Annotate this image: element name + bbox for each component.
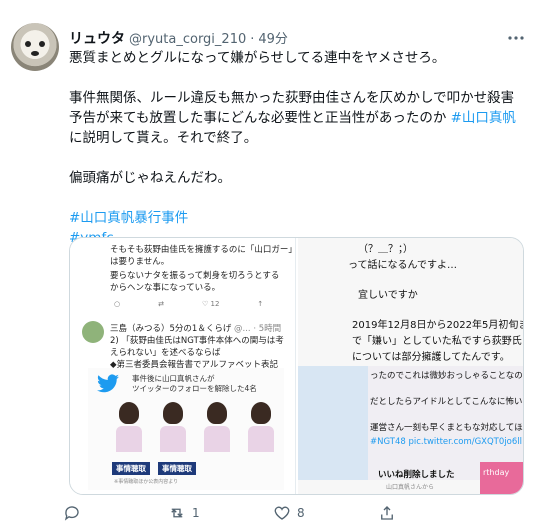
retweet-button[interactable]: 1 [168,503,273,523]
portrait [114,402,144,456]
reply-header: 三島（みつる）5分の1＆くらげ @... · 5時間 [110,322,281,334]
avatar-eye-right [39,41,45,47]
portrait [202,402,232,456]
tweet-text: 悪質まとめとグルになって嫌がらせしてる連中をヤメさせろ。 事件無関係、ルール違反… [69,48,519,248]
reply-icon [64,506,79,521]
user-handle[interactable]: @ryuta_corgi_210 [129,32,246,47]
poster-image: 事件後に山口真帆さんが ツイッターのフォローを解除した4名 事情聴取 事情聴取 … [88,368,284,490]
poster-tag: 事情聴取 [112,462,150,475]
like-button[interactable]: 8 [273,503,378,523]
poster-title-line: 事件後に山口真帆さんが [132,374,215,383]
share-button[interactable] [378,503,483,523]
tweet-line: 事件無関係、ルール違反も無かった荻野由佳さんを仄めかしで叩かせ殺害 [69,90,515,106]
media-attachment[interactable]: そもそも荻野由佳氏を擁護するのに「山口ガー」 は要りません。 要らないナタを振る… [69,237,524,495]
reply-line: 2) 「荻野由佳氏はNGT事件本体への関与は考 [110,336,284,346]
right-line: で「嫌い」としていた私ですら荻野氏 [352,336,522,347]
quote-actions: ○ ⇄ ♡ 12 ↑ [114,300,263,308]
reply-handle: @... · 5時間 [234,324,282,334]
like-icon: ♡ 12 [201,300,220,308]
right-small-line: ったのでこれは微妙おっしゃることなのでしょうか・・・ [370,371,523,381]
tweet-line: 悪質まとめとグルになって嫌がらせしてる連中をヤメさせろ。 [69,50,446,66]
right-footer-sub: 山口真帆さんから [386,484,435,491]
right-line: （？＿？；） [358,244,413,255]
hashtag-link[interactable]: #山口真帆暴行事件 [69,210,188,226]
tweet-line: 予告が来ても放置した事にどんな必要性と正当性があったのか [69,110,447,126]
tweet-actions: 1 8 [63,503,483,523]
portrait [246,402,276,456]
quote-like-count: 12 [210,300,220,308]
reply-icon: ○ [114,300,121,308]
separator-dot: · [250,32,255,47]
quote-line: からヘンな事になっている。 [110,283,221,293]
tweet-line: に説明して貰え。それで終了。 [69,130,258,146]
reply-avatar [82,321,104,343]
retweet-icon [171,508,183,518]
right-line: 宜しいですか [358,290,418,301]
right-line: って話になるんですよ… [348,260,457,271]
poster-portraits [114,402,276,456]
timestamp[interactable]: 49分 [258,28,288,47]
share-icon [381,506,393,520]
display-name[interactable]: リュウタ [69,28,125,48]
like-count: 8 [297,506,305,520]
right-small-link: #NGT48 pic.twitter.com/GXQT0jo6ll [370,437,522,447]
right-line: については部分擁護してたんです。 [352,352,510,363]
quote-line: は要りません。 [110,257,170,267]
right-footer: いいね削除しました [378,470,455,480]
retweet-icon: ⇄ [158,300,164,308]
poster-fine-print: ※事情聴取ほか公表内容より [114,479,179,485]
right-pink-banner: rthday [480,462,523,494]
reply-line: えられない」を述べるならば [110,348,221,358]
poster-title-line: ツイッターのフォローを解除した4名 [132,384,257,393]
avatar-eye-left [25,41,31,47]
media-image-right[interactable]: （？＿？；） って話になるんですよ… 宜しいですか 2019年12月8日から20… [298,238,524,494]
tweet-line: 偏頭痛がじゃねえんだわ。 [69,170,231,186]
poster-tag: 事情聴取 [158,462,196,475]
right-line: 2019年12月8日から2022年5月初旬ま [352,320,524,331]
quote-line: 要らないナタを振るって刺身を切ろうとする [110,271,280,281]
media-image-left[interactable]: そもそも荻野由佳氏を擁護するのに「山口ガー」 は要りません。 要らないナタを振る… [70,238,297,494]
avatar-nose [31,51,39,56]
right-photo [298,366,368,480]
portrait [158,402,188,456]
quote-line: そもそも荻野由佳氏を擁護するのに「山口ガー」 [110,245,297,255]
twitter-bird-icon [97,374,119,393]
tweet[interactable]: リュウタ @ryuta_corgi_210 · 49分 悪質まとめとグルになって… [0,0,540,523]
reply-button[interactable] [63,503,168,523]
share-icon: ↑ [257,300,264,308]
poster-tags: 事情聴取 事情聴取 [112,462,196,475]
more-options-icon[interactable] [506,28,526,48]
avatar[interactable] [11,23,59,71]
retweet-count: 1 [192,506,200,520]
heart-icon [274,506,290,520]
hashtag-link[interactable]: #山口真帆 [451,110,516,126]
reply-name: 三島（みつる）5分の1＆くらげ [110,324,232,334]
right-small-line: だとしたらアイドルとしてこんなに怖いことはないでしょ・・激ヤセも頷ける [370,397,523,407]
right-small-line: 運営さん一刻も早くまともな対応してほしい [370,423,524,433]
tweet-header: リュウタ @ryuta_corgi_210 · 49分 [69,28,288,48]
